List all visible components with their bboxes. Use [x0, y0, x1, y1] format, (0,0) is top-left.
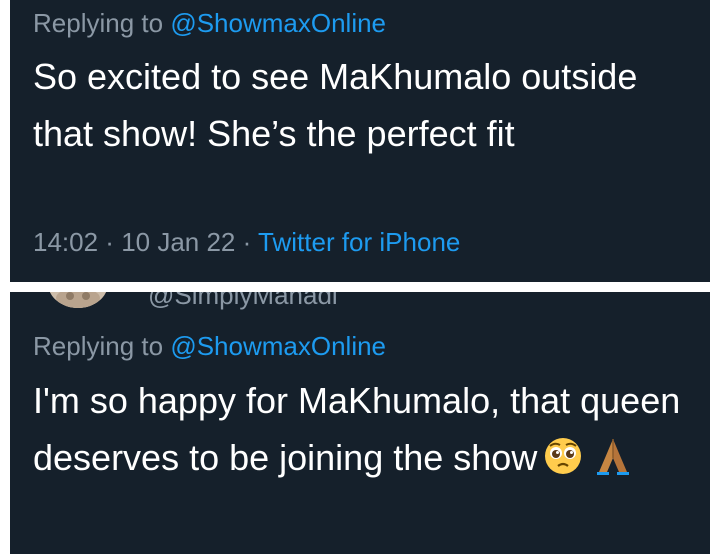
- meta-separator: ·: [98, 227, 122, 257]
- mention-link[interactable]: @ShowmaxOnline: [170, 331, 386, 361]
- replying-to-line: Replying to @ShowmaxOnline: [33, 8, 386, 39]
- pleading-face-icon: [545, 438, 582, 474]
- avatar[interactable]: [48, 292, 108, 308]
- tweet-text: I'm so happy for MaKhumalo, that queen d…: [33, 372, 693, 492]
- screenshot-canvas: Replying to @ShowmaxOnline So excited to…: [0, 0, 720, 554]
- tweet-panel-top: Replying to @ShowmaxOnline So excited to…: [10, 0, 710, 282]
- replying-to-label: Replying to: [33, 8, 171, 38]
- tweet-panel-bottom: @SimplyManadi Replying to @ShowmaxOnline…: [10, 292, 710, 554]
- replying-to-label: Replying to: [33, 331, 171, 361]
- meta-separator: ·: [235, 227, 259, 257]
- avatar-image: [48, 292, 108, 308]
- tweet-date[interactable]: 10 Jan 22: [121, 227, 235, 257]
- replying-to-line: Replying to @ShowmaxOnline: [33, 331, 386, 362]
- tweet-meta: 14:02 · 10 Jan 22 · Twitter for iPhone: [33, 227, 460, 258]
- mention-link[interactable]: @ShowmaxOnline: [170, 8, 386, 38]
- tweet-text: So excited to see MaKhumalo outside that…: [33, 56, 638, 154]
- folded-hands-icon: [597, 439, 630, 475]
- emoji-group: [543, 435, 633, 492]
- user-handle[interactable]: @SimplyManadi: [148, 292, 338, 311]
- tweet-source-link[interactable]: Twitter for iPhone: [258, 227, 460, 257]
- tweet-time[interactable]: 14:02: [33, 227, 98, 257]
